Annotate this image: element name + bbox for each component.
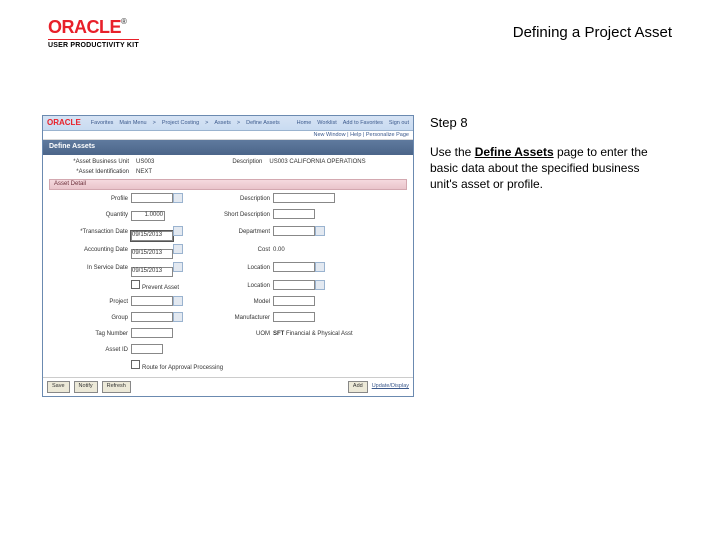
calendar-icon[interactable] <box>173 244 183 254</box>
input-project[interactable] <box>131 296 173 306</box>
input-short-desc[interactable] <box>273 209 315 219</box>
input-acct-date[interactable]: 09/15/2013 <box>131 249 173 259</box>
step-label: Step 8 <box>430 115 650 130</box>
notify-button[interactable]: Notify <box>74 381 98 393</box>
label-description: Description <box>192 159 265 166</box>
embedded-screenshot: ORACLE Favorites Main Menu > Project Cos… <box>42 115 414 397</box>
input-location[interactable] <box>273 262 315 272</box>
calendar-icon[interactable] <box>173 262 183 272</box>
input-asset-id2[interactable] <box>131 344 163 354</box>
link-home[interactable]: Home <box>297 120 312 127</box>
page-name-emphasis: Define Assets <box>475 145 554 159</box>
label-asset-id2: Asset ID <box>49 347 131 354</box>
label-trans-date: *Transaction Date <box>49 229 131 236</box>
update-display-link[interactable]: Update/Display <box>372 383 409 390</box>
label-acct-date: Accounting Date <box>49 247 131 254</box>
label-location2: Location <box>197 283 273 290</box>
input-profile[interactable] <box>131 193 173 203</box>
refresh-button[interactable]: Refresh <box>102 381 131 393</box>
input-tag[interactable] <box>131 328 173 338</box>
lookup-icon[interactable] <box>173 296 183 306</box>
nav-define-assets[interactable]: Define Assets <box>246 120 280 127</box>
product-line: USER PRODUCTIVITY KIT <box>48 39 139 49</box>
lookup-icon[interactable] <box>315 280 325 290</box>
section-asset-detail: Asset Detail <box>49 179 407 190</box>
input-quantity[interactable]: 1.0000 <box>131 211 165 221</box>
label-asset-id: *Asset Identification <box>49 169 132 176</box>
input-model[interactable] <box>273 296 315 306</box>
uom-text: Financial & Physical Asst <box>286 331 353 337</box>
nav-assets[interactable]: Assets <box>214 120 231 127</box>
label-business-unit: *Asset Business Unit <box>49 159 132 166</box>
label-route-approval: Route for Approval Processing <box>142 365 223 371</box>
lookup-icon[interactable] <box>315 226 325 236</box>
label-project: Project <box>49 299 131 306</box>
checkbox-route-approval[interactable] <box>131 360 140 369</box>
input-manufacturer[interactable] <box>273 312 315 322</box>
calendar-icon[interactable] <box>173 226 183 236</box>
app-header-bar: ORACLE Favorites Main Menu > Project Cos… <box>43 116 413 131</box>
lookup-icon[interactable] <box>173 193 183 203</box>
label-department: Department <box>197 229 273 236</box>
link-worklist[interactable]: Worklist <box>317 120 336 127</box>
input-location2[interactable] <box>273 280 315 290</box>
link-signout[interactable]: Sign out <box>389 120 409 127</box>
nav-main-menu[interactable]: Main Menu <box>119 120 146 127</box>
oracle-logo: ORACLE® <box>48 18 139 36</box>
nav-favorites[interactable]: Favorites <box>91 120 114 127</box>
logo-block: ORACLE® USER PRODUCTIVITY KIT <box>48 18 139 49</box>
input-trans-date[interactable]: 09/15/2013 <box>131 231 173 241</box>
link-favorites[interactable]: Add to Favorites <box>343 120 383 127</box>
checkbox-prevent-asset[interactable] <box>131 280 140 289</box>
step-instruction: Use the Define Assets page to enter the … <box>430 144 650 193</box>
label-tag: Tag Number <box>49 331 131 338</box>
input-inservice[interactable]: 09/15/2013 <box>131 267 173 277</box>
lookup-icon[interactable] <box>315 262 325 272</box>
lookup-icon[interactable] <box>173 312 183 322</box>
label-prevent-asset: Prevent Asset <box>142 285 179 291</box>
label-manufacturer: Manufacturer <box>197 315 273 322</box>
add-button[interactable]: Add <box>348 381 368 393</box>
label-location: Location <box>197 265 273 272</box>
label-description2: Description <box>197 196 273 203</box>
label-quantity: Quantity <box>49 212 131 219</box>
value-description: US003 CALIFORNIA OPERATIONS <box>269 159 365 166</box>
value-asset-id: NEXT <box>136 169 152 176</box>
nav-project-costing[interactable]: Project Costing <box>162 120 199 127</box>
page-tab: Define Assets <box>43 140 413 154</box>
sub-nav-links[interactable]: New Window | Help | Personalize Page <box>43 131 413 141</box>
save-button[interactable]: Save <box>47 381 70 393</box>
input-group[interactable] <box>131 312 173 322</box>
label-group: Group <box>49 315 131 322</box>
label-cost: Cost <box>197 247 273 254</box>
input-description[interactable] <box>273 193 335 203</box>
input-department[interactable] <box>273 226 315 236</box>
app-logo: ORACLE <box>47 118 81 128</box>
label-short-desc: Short Description <box>197 212 273 219</box>
footer-bar: Save Notify Refresh Add Update/Display <box>43 377 413 396</box>
label-uom: UOM <box>197 331 273 338</box>
document-title: Defining a Project Asset <box>513 18 672 41</box>
label-model: Model <box>197 299 273 306</box>
label-profile: Profile <box>49 196 131 203</box>
value-cost: 0.00 <box>273 247 353 254</box>
value-business-unit: US003 <box>136 159 154 166</box>
label-inservice: In Service Date <box>49 265 131 272</box>
